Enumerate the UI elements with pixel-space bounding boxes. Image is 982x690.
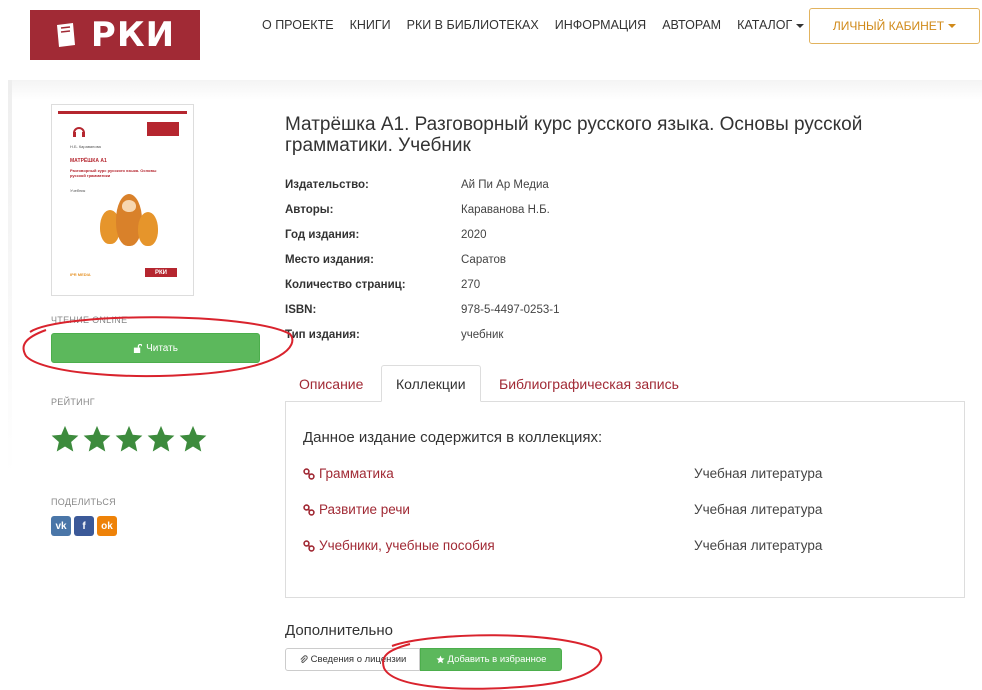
- star-icon[interactable]: [146, 424, 176, 454]
- cover-art: Н.Б. Караванова МАТРЁШКА А1 Разговорный …: [58, 111, 187, 289]
- prop-row: Авторы: Караванова Н.Б.: [285, 197, 559, 222]
- site-logo[interactable]: РКИ: [30, 10, 200, 60]
- link-icon: [303, 467, 315, 480]
- add-to-favorites-button[interactable]: Добавить в избранное: [420, 648, 562, 671]
- nav-catalog-label: КАТАЛОГ: [737, 18, 793, 32]
- prop-value: 2020: [461, 228, 487, 241]
- tab-description[interactable]: Описание: [285, 365, 377, 402]
- collection-link[interactable]: Развитие речи: [303, 502, 410, 517]
- tab-bar: Описание Коллекции Библиографическая зап…: [285, 365, 965, 402]
- book-icon: [55, 22, 77, 48]
- odnoklassniki-icon[interactable]: ok: [97, 516, 117, 536]
- rating-label: РЕЙТИНГ: [51, 397, 95, 407]
- collection-type: Учебная литература: [694, 466, 823, 481]
- matryoshka-face: [122, 200, 136, 212]
- star-icon: [436, 655, 445, 664]
- collections-panel: Данное издание содержится в коллекциях: …: [285, 401, 965, 598]
- book-title: Матрёшка А1. Разговорный курс русского я…: [285, 114, 863, 156]
- content-band: [8, 80, 982, 100]
- prop-value: учебник: [461, 328, 504, 341]
- prop-row: Тип издания: учебник: [285, 322, 559, 347]
- share-label: ПОДЕЛИТЬСЯ: [51, 497, 116, 507]
- cover-title: МАТРЁШКА А1: [70, 158, 107, 164]
- license-button[interactable]: Сведения о лицензии: [285, 648, 420, 671]
- collection-type: Учебная литература: [694, 538, 823, 553]
- cover-type: Учебник: [70, 188, 86, 193]
- prop-key: Издательство:: [285, 178, 369, 191]
- star-icon[interactable]: [50, 424, 80, 454]
- nav-about[interactable]: О ПРОЕКТЕ: [262, 18, 334, 32]
- license-button-label: Сведения о лицензии: [310, 654, 407, 665]
- prop-row: Место издания: Саратов: [285, 247, 559, 272]
- prop-key: Год издания:: [285, 228, 360, 241]
- link-icon: [303, 503, 315, 516]
- prop-value: 270: [461, 278, 481, 291]
- cover-publisher: IPR MEDIA: [70, 272, 91, 277]
- prop-key: Место издания:: [285, 253, 374, 266]
- star-icon[interactable]: [82, 424, 112, 454]
- prop-row: Количество страниц: 270: [285, 272, 559, 297]
- matryoshka-right: [138, 212, 158, 246]
- book-cover[interactable]: Н.Б. Караванова МАТРЁШКА А1 Разговорный …: [51, 104, 194, 296]
- collections-heading: Данное издание содержится в коллекциях:: [303, 429, 603, 446]
- logo-text: РКИ: [90, 15, 176, 55]
- prop-key: ISBN:: [285, 303, 317, 316]
- add-to-favorites-label: Добавить в избранное: [447, 654, 547, 665]
- nav-authors[interactable]: АВТОРАМ: [662, 18, 721, 32]
- nav-info[interactable]: ИНФОРМАЦИЯ: [555, 18, 646, 32]
- prop-value: Ай Пи Ар Медиа: [461, 178, 549, 191]
- nav-books[interactable]: КНИГИ: [350, 18, 391, 32]
- share-buttons: vk f ok: [51, 516, 117, 536]
- star-icon[interactable]: [178, 424, 208, 454]
- facebook-icon[interactable]: f: [74, 516, 94, 536]
- prop-value: 978-5-4497-0253-1: [461, 303, 560, 316]
- read-button[interactable]: Читать: [51, 333, 260, 363]
- book-properties: Издательство: Ай Пи Ар Медиа Авторы: Карав…: [285, 172, 559, 347]
- extra-title: Дополнительно: [285, 622, 393, 639]
- collection-name: Учебники, учебные пособия: [319, 538, 495, 553]
- collection-link[interactable]: Учебники, учебные пособия: [303, 538, 495, 553]
- cabinet-label: ЛИЧНЫЙ КАБИНЕТ: [832, 19, 945, 33]
- collection-link[interactable]: Грамматика: [303, 466, 394, 481]
- collection-row: Учебники, учебные пособия Учебная литера…: [303, 538, 943, 558]
- cabinet-button[interactable]: ЛИЧНЫЙ КАБИНЕТ: [809, 8, 980, 44]
- prop-value: Саратов: [461, 253, 507, 266]
- chevron-down-icon: [796, 23, 805, 28]
- read-button-label: Читать: [146, 342, 178, 354]
- collection-row: Развитие речи Учебная литература: [303, 502, 943, 522]
- prop-row: ISBN: 978-5-4497-0253-1: [285, 297, 559, 322]
- prop-key: Количество страниц:: [285, 278, 406, 291]
- prop-key: Тип издания:: [285, 328, 360, 341]
- cover-badge: [147, 122, 179, 136]
- tab-bibliographic-record[interactable]: Библиографическая запись: [485, 365, 693, 402]
- paperclip-icon: [300, 655, 308, 663]
- cover-author: Н.Б. Караванова: [70, 144, 101, 149]
- collection-row: Грамматика Учебная литература: [303, 466, 943, 486]
- prop-row: Год издания: 2020: [285, 222, 559, 247]
- main-nav: О ПРОЕКТЕ КНИГИ РКИ В БИБЛИОТЕКАХ ИНФОРМ…: [262, 18, 805, 32]
- cover-brand: РКИ: [145, 268, 177, 277]
- left-shadow: [8, 80, 12, 475]
- cover-subtitle: Разговорный курс русского языка. Основы …: [70, 168, 157, 178]
- collection-name: Грамматика: [319, 466, 394, 481]
- headphones-icon: [73, 127, 85, 137]
- rating-stars[interactable]: [50, 424, 208, 454]
- collection-type: Учебная литература: [694, 502, 823, 517]
- nav-catalog[interactable]: КАТАЛОГ: [737, 18, 805, 32]
- read-online-label: ЧТЕНИЕ ONLINE: [51, 315, 128, 325]
- nav-libraries[interactable]: РКИ В БИБЛИОТЕКАХ: [407, 18, 539, 32]
- prop-value: Караванова Н.Б.: [461, 203, 550, 216]
- star-icon[interactable]: [114, 424, 144, 454]
- link-icon: [303, 539, 315, 552]
- collection-name: Развитие речи: [319, 502, 410, 517]
- chevron-down-icon: [948, 24, 957, 28]
- prop-key: Авторы:: [285, 203, 334, 216]
- unlock-icon: [133, 343, 143, 353]
- tab-collections[interactable]: Коллекции: [381, 365, 481, 402]
- prop-row: Издательство: Ай Пи Ар Медиа: [285, 172, 559, 197]
- vk-icon[interactable]: vk: [51, 516, 71, 536]
